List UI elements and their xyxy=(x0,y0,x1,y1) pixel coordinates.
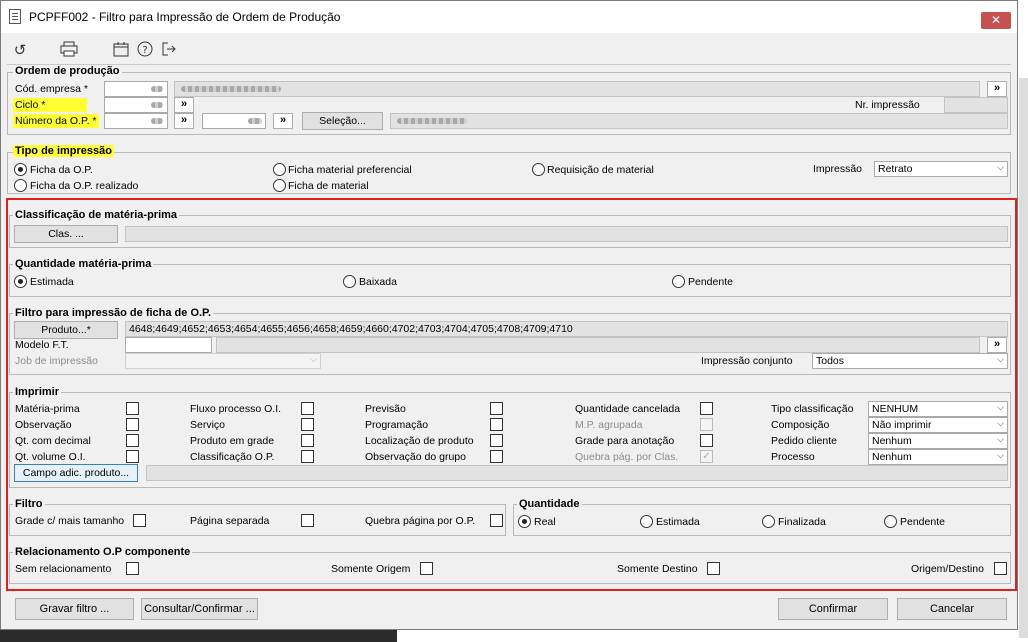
print-icon[interactable] xyxy=(59,41,79,61)
requisicao-material-radio[interactable] xyxy=(532,163,545,176)
impressao-select[interactable]: Retrato ⌵ xyxy=(874,161,1008,177)
selecao-button[interactable]: Seleção... xyxy=(302,112,383,130)
gravar-filtro-button[interactable]: Gravar filtro ... xyxy=(15,598,134,620)
nr-impressao-field xyxy=(944,97,1008,113)
svg-text:?: ? xyxy=(142,45,147,56)
ficha-op-realizado-label: Ficha da O.P. realizado xyxy=(30,180,139,192)
nr-impressao-label: Nr. impressão xyxy=(855,99,920,111)
empresa-name-field xyxy=(174,81,980,97)
requisicao-material-label: Requisição de material xyxy=(547,164,654,176)
help-icon[interactable]: ? xyxy=(135,41,155,61)
ficha-material-preferencial-radio[interactable] xyxy=(273,163,286,176)
empresa-lookup-button[interactable]: » xyxy=(987,81,1007,97)
selecao-field xyxy=(390,113,1008,129)
ficha-material-preferencial-label: Ficha material preferencial xyxy=(288,164,412,176)
close-button[interactable]: ✕ xyxy=(981,12,1011,29)
numero-op-final-blurred xyxy=(248,118,262,124)
ficha-op-label: Ficha da O.P. xyxy=(30,164,93,176)
confirmar-button[interactable]: Confirmar xyxy=(778,598,888,620)
ciclo-value-blurred xyxy=(151,102,163,108)
selecao-value-blurred xyxy=(397,118,467,124)
calendar-icon[interactable] xyxy=(111,41,131,61)
background-scrollbar xyxy=(1019,78,1028,638)
ficha-material-label: Ficha de material xyxy=(288,180,369,192)
highlight-frame xyxy=(6,198,1017,591)
ciclo-label: Ciclo * xyxy=(13,98,88,112)
ciclo-lookup-button[interactable]: » xyxy=(174,97,194,113)
window-title: PCPFF002 - Filtro para Impressão de Orde… xyxy=(29,10,341,24)
app-icon xyxy=(9,9,21,24)
empresa-name-blurred xyxy=(181,86,281,92)
impressao-label: Impressão xyxy=(813,163,863,175)
numero-op-final-lookup-button[interactable]: » xyxy=(273,113,293,129)
ficha-op-radio[interactable] xyxy=(14,163,27,176)
ficha-op-realizado-radio[interactable] xyxy=(14,179,27,192)
cod-empresa-value-blurred xyxy=(151,86,163,92)
numero-op-lookup-button[interactable]: » xyxy=(174,113,194,129)
consultar-confirmar-button[interactable]: Consultar/Confirmar ... xyxy=(141,598,258,620)
exit-icon[interactable] xyxy=(159,41,179,61)
toolbar-separator xyxy=(7,64,1011,65)
tipo-impressao-legend: Tipo de impressão xyxy=(13,145,114,157)
taskbar-strip xyxy=(0,630,397,642)
cancelar-button[interactable]: Cancelar xyxy=(897,598,1007,620)
numero-op-value-blurred xyxy=(151,118,163,124)
impressao-select-value: Retrato xyxy=(878,163,913,175)
undo-icon[interactable]: ↺ xyxy=(10,41,30,61)
title-bar: PCPFF002 - Filtro para Impressão de Orde… xyxy=(1,1,1017,33)
chevron-down-icon: ⌵ xyxy=(997,162,1004,172)
cod-empresa-label: Cód. empresa * xyxy=(15,83,88,95)
ficha-material-radio[interactable] xyxy=(273,179,286,192)
numero-op-label: Número da O.P. * xyxy=(13,114,99,128)
ordem-producao-legend: Ordem de produção xyxy=(13,65,122,77)
